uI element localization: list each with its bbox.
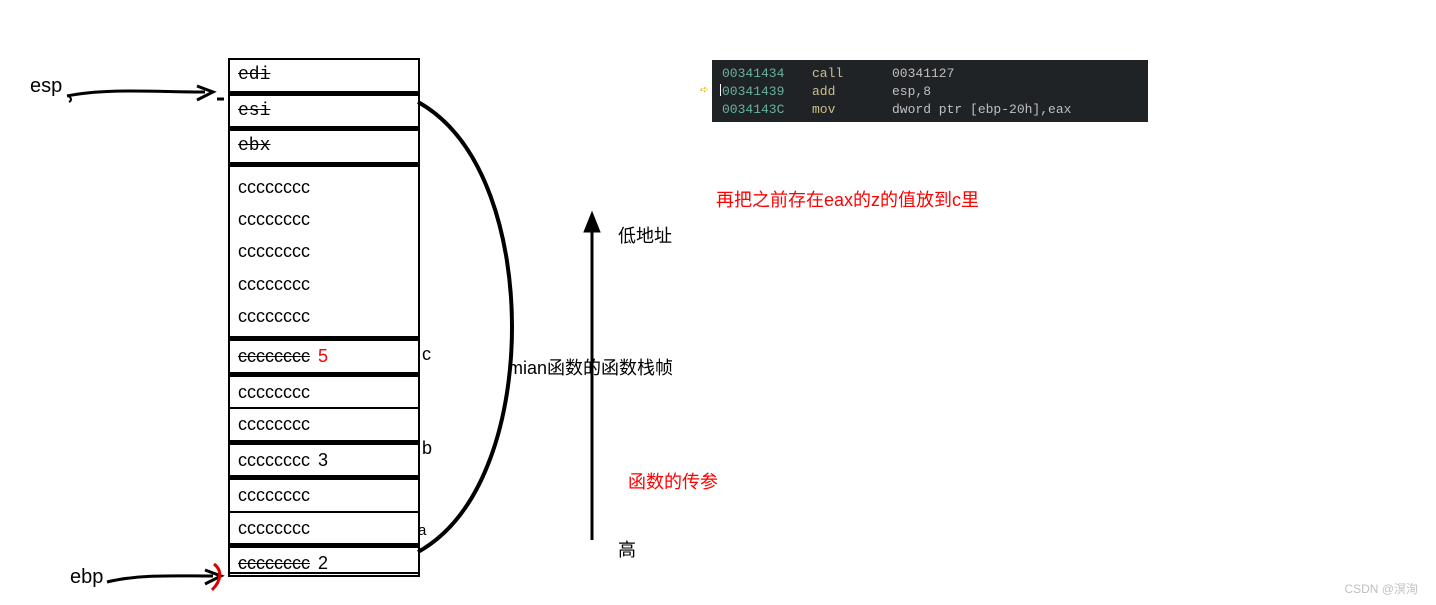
- note-eax-to-c: 再把之前存在eax的z的值放到c里: [716, 186, 979, 212]
- current-line-arrow-icon: ➪: [700, 82, 708, 99]
- row-c: cccccccc5: [230, 341, 418, 377]
- row-mid3: cccccccc: [230, 480, 418, 513]
- ebp-arrow: [105, 564, 225, 592]
- ebp-label: ebp: [70, 566, 103, 589]
- tick: [216, 94, 228, 104]
- row-b: cccccccc3: [230, 445, 418, 481]
- disassembly-block: ➪ 00341434call00341127 00341439addesp,8 …: [712, 60, 1148, 122]
- stack-footer-pad: [228, 554, 420, 574]
- address-axis: [580, 210, 610, 550]
- esp-arrow: [65, 78, 220, 106]
- row-esi: esi: [230, 96, 418, 132]
- asm-line: 00341439addesp,8: [722, 82, 1142, 100]
- high-addr-label: 高: [618, 536, 636, 562]
- asm-line: 00341434call00341127: [722, 64, 1142, 82]
- stack-bracket: [416, 100, 516, 554]
- row-mid1: cccccccc: [230, 377, 418, 410]
- low-addr-label: 低地址: [618, 222, 672, 248]
- row-edi: edi: [230, 60, 418, 96]
- text-caret: [720, 84, 721, 96]
- asm-line: 0034143Cmovdword ptr [ebp-20h],eax: [722, 100, 1142, 118]
- stack-table: edi esi ebx cccccccc cccccccc cccccccc c…: [228, 58, 420, 577]
- esp-label: esp: [30, 75, 62, 98]
- watermark: CSDN @溟洵: [1344, 580, 1418, 597]
- cc-block-top: cccccccc cccccccc cccccccc cccccccc cccc…: [230, 167, 418, 342]
- ebp-red-hook: [208, 560, 230, 595]
- row-mid4: cccccccc: [230, 513, 418, 549]
- row-ebx: ebx: [230, 131, 418, 167]
- note-param: 函数的传参: [628, 468, 718, 494]
- row-mid2: cccccccc: [230, 409, 418, 445]
